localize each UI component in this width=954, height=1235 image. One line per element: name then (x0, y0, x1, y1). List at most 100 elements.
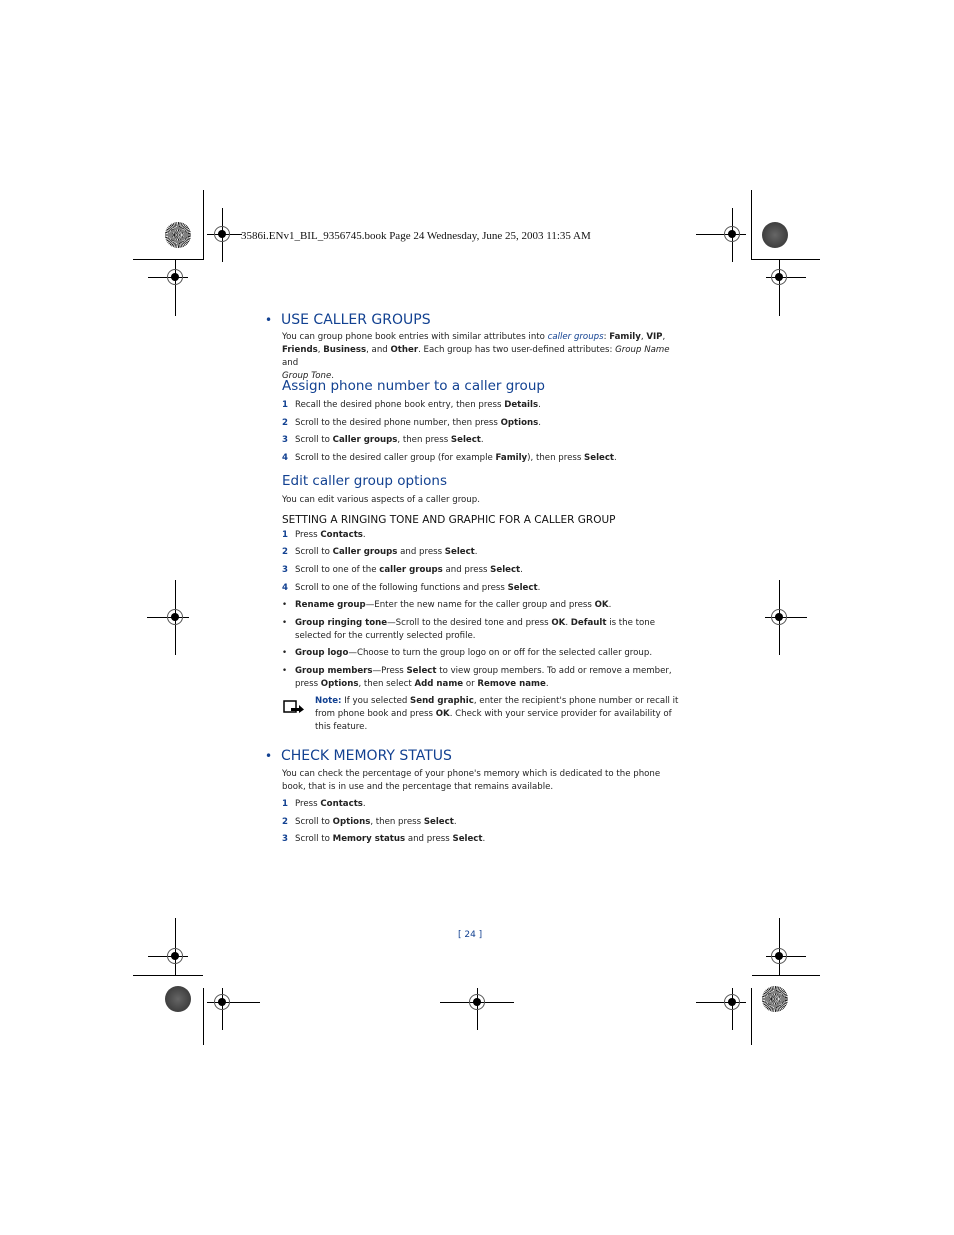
text: Press (295, 530, 321, 540)
caller-groups-link[interactable]: caller groups (548, 332, 604, 342)
text: You can group phone book entries with si… (282, 332, 548, 342)
bold-term: Caller groups (332, 547, 398, 557)
crop-line (752, 259, 820, 260)
color-wheel-icon (165, 222, 191, 248)
text: Recall the desired phone book entry, the… (295, 400, 505, 410)
step-number: 2 (282, 547, 288, 557)
text: . (608, 600, 612, 610)
color-wheel-icon (165, 986, 191, 1012)
bold-term: Send graphic (410, 696, 474, 706)
text: . (538, 418, 541, 428)
bullet-dot: • (282, 648, 288, 658)
text: —Press (372, 666, 407, 676)
crop-line (203, 988, 204, 1045)
crop-line (751, 190, 752, 260)
edit-step: 3 Scroll to one of the caller groups and … (282, 565, 523, 575)
registration-target-icon (214, 994, 230, 1010)
registration-target-icon (469, 994, 485, 1010)
registration-target-icon (167, 609, 183, 625)
step-number: 4 (282, 583, 288, 593)
bold-term: Remove name (477, 679, 546, 689)
text: Press (295, 799, 321, 809)
text: and press (442, 565, 491, 575)
memory-step: 3 Scroll to Memory status and press Selec… (282, 834, 485, 844)
registration-target-icon (167, 948, 183, 964)
text: Scroll to one of the following functions… (295, 583, 508, 593)
color-wheel-icon (762, 222, 788, 248)
text: Scroll to (295, 547, 333, 557)
edit-step: 2 Scroll to Caller groups and press Selec… (282, 547, 478, 557)
text: Scroll to (295, 435, 333, 445)
text: , and (366, 345, 391, 355)
bold-term: OK (594, 600, 609, 610)
text: . (474, 547, 478, 557)
bold-term: Group logo (295, 648, 349, 658)
text: . (520, 565, 523, 575)
text: or (463, 679, 478, 689)
text: Scroll to the desired caller group (for … (295, 453, 496, 463)
heading-bullet: • (265, 749, 273, 763)
bold-term: Details (504, 400, 539, 410)
bold-term: Select (490, 565, 521, 575)
text: Scroll to (295, 817, 333, 827)
bullet-dot: • (282, 618, 288, 628)
bold-term: Contacts (320, 799, 363, 809)
subheading-edit: Edit caller group options (282, 473, 447, 489)
text: . Each group has two user-defined attrib… (418, 345, 616, 355)
bold-term: Business (323, 345, 367, 355)
bold-term: VIP (646, 332, 663, 342)
registration-target-icon (167, 269, 183, 285)
text: . (362, 799, 366, 809)
italic-term: Group Name (615, 345, 670, 355)
step-number: 1 (282, 530, 288, 540)
registration-target-icon (214, 226, 230, 242)
bold-term: Other (390, 345, 419, 355)
text: , (662, 332, 666, 342)
bold-term: Add name (414, 679, 464, 689)
bold-term: Select (444, 547, 475, 557)
crop-line (203, 190, 204, 260)
bold-term: OK (551, 618, 566, 628)
crop-line (779, 918, 780, 975)
memory-step: 2 Scroll to Options, then press Select. (282, 817, 457, 827)
crop-line (175, 259, 176, 316)
function-bullet-group-logo: • Group logo—Choose to turn the group log… (282, 647, 682, 660)
text: —Enter the new name for the caller group… (365, 600, 595, 610)
bold-term: Group ringing tone (295, 618, 388, 628)
assign-step: 3 Scroll to Caller groups, then press Sel… (282, 435, 484, 445)
text: and (282, 358, 299, 368)
section-heading-use-caller-groups: • USE CALLER GROUPS (265, 312, 431, 328)
bold-term: Options (500, 418, 539, 428)
step-number: 3 (282, 565, 288, 575)
bold-term: Select (584, 453, 615, 463)
step-number: 3 (282, 834, 288, 844)
bold-term: Options (332, 817, 371, 827)
function-bullet-group-ringing-tone: • Group ringing tone—Scroll to the desire… (282, 617, 682, 643)
bold-term: Caller groups (332, 435, 398, 445)
text: —Choose to turn the group logo on or off… (348, 648, 653, 658)
registration-target-icon (771, 269, 787, 285)
text: . (537, 583, 541, 593)
edit-step: 4 Scroll to one of the following function… (282, 583, 540, 593)
memory-step: 1 Press Contacts. (282, 799, 366, 809)
text: If you selected (341, 696, 411, 706)
crop-line (752, 975, 820, 976)
step-number: 2 (282, 418, 288, 428)
text: . (453, 817, 457, 827)
bold-term: Select (406, 666, 437, 676)
text: Scroll to the desired phone number, then… (295, 418, 501, 428)
text: ), then press (527, 453, 585, 463)
assign-step: 2 Scroll to the desired phone number, the… (282, 418, 541, 428)
text: . (362, 530, 366, 540)
memory-intro: You can check the percentage of your pho… (282, 769, 661, 792)
registration-target-icon (771, 948, 787, 964)
heading-bullet: • (265, 313, 273, 327)
step-number: 2 (282, 817, 288, 827)
step-number: 3 (282, 435, 288, 445)
bold-term: Family (609, 332, 641, 342)
text: and press (405, 834, 453, 844)
crop-line (133, 975, 203, 976)
edit-intro: You can edit various aspects of a caller… (282, 495, 480, 505)
assign-step: 4 Scroll to the desired caller group (for… (282, 453, 617, 463)
bold-term: Default (570, 618, 607, 628)
